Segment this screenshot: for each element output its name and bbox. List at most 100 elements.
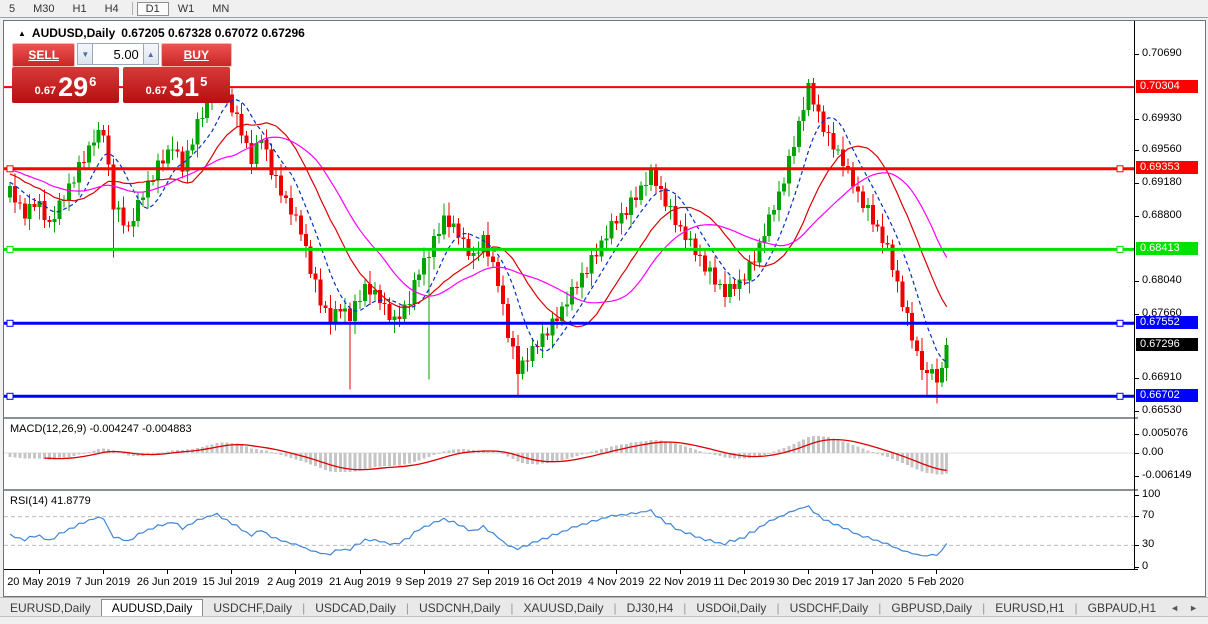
timeframe-button-h1[interactable]: H1: [64, 2, 96, 16]
price-tick-mark: [1135, 314, 1139, 315]
rsi-tick-label: 70: [1142, 509, 1155, 521]
volume-input[interactable]: 5.00: [93, 43, 143, 65]
date-tick-mark: [936, 570, 937, 574]
macd-tick-mark: [1135, 453, 1139, 454]
price-tick-mark: [1135, 216, 1139, 217]
hline-price-badge: 0.66702: [1136, 389, 1198, 402]
tab-usdchf-daily[interactable]: USDCHF,Daily: [203, 600, 302, 616]
current-price-badge: 0.67296: [1136, 338, 1198, 351]
one-click-trading-panel: SELL ▼ 5.00 ▲ BUY 0.67 29 6 0.67 31 5: [12, 43, 232, 105]
volume-decrease-icon[interactable]: ▼: [77, 43, 94, 65]
rsi-tick-mark: [1135, 567, 1139, 568]
ohlc-values: 0.67205 0.67328 0.67072 0.67296: [121, 26, 305, 40]
price-tick-mark: [1135, 378, 1139, 379]
date-tick-mark: [360, 570, 361, 574]
time-axis[interactable]: 20 May 2019 7 Jun 2019 26 Jun 2019 15 Jul 2…: [4, 570, 1138, 594]
date-tick-mark: [616, 570, 617, 574]
panel-collapse-icon[interactable]: ▲: [18, 29, 26, 38]
date-tick-mark: [872, 570, 873, 574]
price-tick-label: 0.68800: [1142, 209, 1182, 221]
tab-usdcad-daily[interactable]: USDCAD,Daily: [305, 600, 406, 616]
volume-increase-icon[interactable]: ▲: [142, 43, 159, 65]
rsi-pane[interactable]: RSI(14) 41.8779: [4, 491, 1134, 569]
tab-gbpusd-daily[interactable]: GBPUSD,Daily: [881, 600, 982, 616]
sell-price-prefix: 0.67: [34, 85, 57, 97]
date-tick-mark: [680, 570, 681, 574]
macd-tick-label: -0.006149: [1142, 469, 1192, 481]
buy-price-prefix: 0.67: [145, 85, 168, 97]
price-tick-label: 0.66530: [1142, 404, 1182, 416]
price-tick-label: 0.66910: [1142, 371, 1182, 383]
chart-tabs-bar: EURUSD,Daily AUDUSD,Daily USDCHF,Daily | USD…: [0, 597, 1208, 617]
date-tick-mark: [552, 570, 553, 574]
symbol-name: AUDUSD,Daily: [31, 26, 116, 40]
timeframe-button-h4[interactable]: H4: [96, 2, 128, 16]
tab-audusd-daily[interactable]: AUDUSD,Daily: [100, 598, 204, 617]
sell-price-display[interactable]: 0.67 29 6: [12, 67, 119, 103]
tab-usdoil-daily[interactable]: USDOil,Daily: [686, 600, 776, 616]
date-tick-mark: [39, 570, 40, 574]
date-tick-mark: [295, 570, 296, 574]
price-axis[interactable]: 0.70690 0.69930 0.69560 0.69180 0.68800 0.680…: [1135, 21, 1203, 594]
rsi-tick-label: 0: [1142, 560, 1149, 572]
date-tick-mark: [231, 570, 232, 574]
date-tick-mark: [488, 570, 489, 574]
tab-scroll-right-icon[interactable]: ►: [1189, 603, 1198, 613]
tab-xauusd-daily[interactable]: XAUUSD,Daily: [513, 600, 613, 616]
sell-price-pips: 29: [58, 72, 89, 102]
rsi-tick-mark: [1135, 545, 1139, 546]
price-tick-mark: [1135, 411, 1139, 412]
chart-title: ▲ AUDUSD,Daily 0.67205 0.67328 0.67072 0…: [18, 26, 305, 40]
macd-tick-label: 0.005076: [1142, 427, 1188, 439]
price-tick-mark: [1135, 119, 1139, 120]
buy-price-pips: 31: [169, 72, 200, 102]
price-tick-mark: [1135, 150, 1139, 151]
timeframe-button-5[interactable]: 5: [0, 2, 24, 16]
hline-price-badge: 0.68413: [1136, 242, 1198, 255]
hline-price-badge: 0.67552: [1136, 316, 1198, 329]
tab-dj30-h4[interactable]: DJ30,H4: [617, 600, 684, 616]
price-tick-mark: [1135, 281, 1139, 282]
chart-window: ▲ AUDUSD,Daily 0.67205 0.67328 0.67072 0…: [3, 20, 1206, 597]
price-tick-mark: [1135, 183, 1139, 184]
sell-button[interactable]: SELL: [12, 43, 76, 67]
tab-usdchf-daily[interactable]: USDCHF,Daily: [780, 600, 879, 616]
rsi-tick-label: 100: [1142, 488, 1161, 500]
hline-price-badge: 0.69353: [1136, 161, 1198, 174]
macd-pane[interactable]: MACD(12,26,9) -0.004247 -0.004883: [4, 419, 1134, 489]
rsi-tick-label: 30: [1142, 538, 1155, 550]
macd-label: MACD(12,26,9) -0.004247 -0.004883: [10, 423, 192, 435]
timeframe-toolbar: 5 M30 H1 H4 D1 W1 MN: [0, 0, 1208, 18]
buy-price-display[interactable]: 0.67 31 5: [123, 67, 230, 103]
tab-scroll-left-icon[interactable]: ◄: [1170, 603, 1179, 613]
tab-eurusd-daily[interactable]: EURUSD,Daily: [0, 600, 101, 616]
price-tick-label: 0.69560: [1142, 143, 1182, 155]
rsi-tick-mark: [1135, 495, 1139, 496]
macd-tick-label: 0.00: [1142, 446, 1164, 458]
date-tick-mark: [744, 570, 745, 574]
tab-gbpaud-h1[interactable]: GBPAUD,H1: [1078, 600, 1166, 616]
date-tick-mark: [103, 570, 104, 574]
date-tick-mark: [424, 570, 425, 574]
tab-usdcnh-daily[interactable]: USDCNH,Daily: [409, 600, 510, 616]
macd-tick-mark: [1135, 476, 1139, 477]
rsi-label: RSI(14) 41.8779: [10, 495, 91, 507]
sell-price-point: 6: [89, 74, 97, 89]
toolbar-separator: [131, 2, 133, 15]
macd-tick-mark: [1135, 434, 1139, 435]
rsi-tick-mark: [1135, 516, 1139, 517]
timeframe-button-m30[interactable]: M30: [24, 2, 63, 16]
timeframe-button-d1[interactable]: D1: [136, 1, 169, 16]
tab-scroll-controls: ◄ ►: [1170, 603, 1208, 613]
price-tick-label: 0.69930: [1142, 112, 1182, 124]
date-tick-mark: [167, 570, 168, 574]
timeframe-button-w1[interactable]: W1: [169, 2, 204, 16]
tab-eurusd-h1[interactable]: EURUSD,H1: [985, 600, 1074, 616]
timeframe-button-mn[interactable]: MN: [203, 2, 238, 16]
hline-price-badge: 0.70304: [1136, 80, 1198, 93]
buy-button[interactable]: BUY: [160, 43, 232, 67]
price-tick-mark: [1135, 54, 1139, 55]
rsi-plot: [4, 505, 1134, 557]
price-tick-label: 0.69180: [1142, 176, 1182, 188]
trade-controls-row: SELL ▼ 5.00 ▲ BUY: [12, 43, 232, 67]
